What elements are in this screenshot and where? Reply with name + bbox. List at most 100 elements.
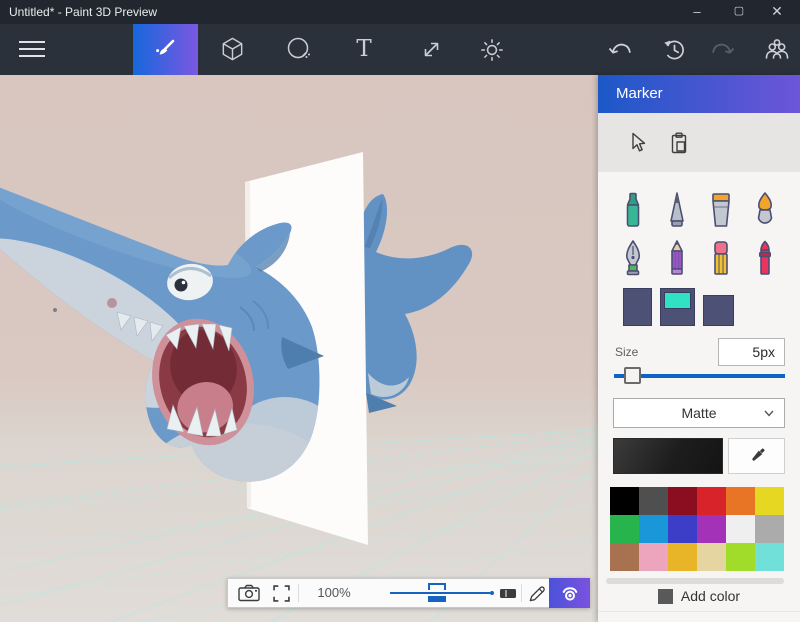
eyedropper-icon xyxy=(746,445,768,467)
zoom-slider-track[interactable] xyxy=(390,592,490,594)
add-color-swatch-icon xyxy=(658,589,673,604)
paste-clipboard-icon xyxy=(669,132,690,155)
brush-panel: Marker xyxy=(598,75,800,622)
palette-color[interactable] xyxy=(639,543,668,571)
3d-view-button[interactable] xyxy=(549,578,590,608)
add-color-button[interactable]: Add color xyxy=(598,586,800,606)
select-button[interactable] xyxy=(622,129,652,157)
brush-pen[interactable] xyxy=(659,188,695,234)
eyedropper-button[interactable] xyxy=(728,438,785,474)
palette-color[interactable] xyxy=(697,543,726,571)
undo-icon xyxy=(607,37,634,62)
palette-color[interactable] xyxy=(610,543,639,571)
palette-color[interactable] xyxy=(755,515,784,543)
screenshot-button[interactable] xyxy=(236,579,262,607)
brush-oil[interactable] xyxy=(747,188,783,234)
panel-scrollbar[interactable] xyxy=(606,578,784,584)
brush-marker[interactable] xyxy=(615,188,651,234)
brush-eraser[interactable] xyxy=(703,236,739,282)
size-input[interactable]: 5px xyxy=(718,338,785,366)
palette-color[interactable] xyxy=(726,515,755,543)
close-button[interactable]: ✕ xyxy=(760,0,794,24)
paste-button[interactable] xyxy=(664,129,694,157)
tab-3d-shapes[interactable] xyxy=(218,35,246,63)
main-toolbar: T xyxy=(0,24,800,75)
eraser-icon xyxy=(707,239,735,279)
select-cursor-icon xyxy=(628,132,647,154)
palette-color[interactable] xyxy=(668,515,697,543)
history-button[interactable] xyxy=(660,35,688,63)
palette-color[interactable] xyxy=(755,543,784,571)
divider xyxy=(598,611,800,612)
fit-view-icon xyxy=(273,585,290,602)
crayon-icon xyxy=(751,239,779,279)
tab-canvas[interactable] xyxy=(417,35,445,63)
menu-icon[interactable] xyxy=(18,35,46,63)
tab-stickers[interactable] xyxy=(285,35,313,63)
canvas-resize-icon xyxy=(418,36,445,63)
redo-button[interactable] xyxy=(708,35,736,63)
window-title: Untitled* - Paint 3D Preview xyxy=(9,0,157,24)
fit-view-button[interactable] xyxy=(268,579,294,607)
zoom-slider-handle-fill[interactable] xyxy=(428,596,446,602)
palette-color[interactable] xyxy=(639,515,668,543)
divider xyxy=(298,584,299,602)
canvas-viewport[interactable]: 100% xyxy=(0,75,598,622)
people-icon xyxy=(763,36,791,62)
palette-color[interactable] xyxy=(726,543,755,571)
shark-tail xyxy=(360,194,472,413)
finish-value: Matte xyxy=(681,405,716,421)
panel-header: Marker xyxy=(598,75,800,113)
scene-shark-through-canvas xyxy=(0,75,598,622)
tab-effects[interactable] xyxy=(478,35,506,63)
fill-swatch-teal[interactable] xyxy=(660,288,695,326)
add-color-label: Add color xyxy=(681,588,740,604)
brush-crayon[interactable] xyxy=(747,236,783,282)
tab-brushes[interactable] xyxy=(133,24,198,75)
size-slider-handle[interactable] xyxy=(624,367,641,384)
panel-title: Marker xyxy=(598,75,800,102)
minimize-button[interactable]: – xyxy=(680,0,714,24)
size-label: Size xyxy=(615,345,638,359)
flat-brush-icon xyxy=(707,191,735,231)
palette-color[interactable] xyxy=(610,515,639,543)
brush-pencil[interactable] xyxy=(659,236,695,282)
sticker-icon xyxy=(285,35,313,63)
palette-color[interactable] xyxy=(755,487,784,515)
pencil-icon xyxy=(527,584,546,603)
teal-fill xyxy=(664,292,691,309)
palette-color[interactable] xyxy=(610,487,639,515)
zoom-level-label: 100% xyxy=(310,579,358,607)
brush-calligraphy[interactable] xyxy=(615,236,651,282)
titlebar: Untitled* - Paint 3D Preview – ▢ ✕ xyxy=(0,0,800,24)
tab-text[interactable]: T xyxy=(350,35,378,63)
zoom-slider-handle[interactable] xyxy=(428,583,446,590)
pencil-tool-icon xyxy=(663,239,691,279)
pen-icon xyxy=(663,191,691,231)
finish-dropdown[interactable]: Matte xyxy=(613,398,785,428)
camera-icon xyxy=(238,584,260,602)
current-color-preview[interactable] xyxy=(613,438,723,474)
palette-color[interactable] xyxy=(697,515,726,543)
palette-color[interactable] xyxy=(668,487,697,515)
brush-flat[interactable] xyxy=(703,188,739,234)
palette-color[interactable] xyxy=(668,543,697,571)
chevron-down-icon xyxy=(764,410,774,417)
sun-icon xyxy=(478,35,506,64)
palette-color[interactable] xyxy=(639,487,668,515)
fill-swatch-solid[interactable] xyxy=(623,288,652,326)
brush-icon xyxy=(152,36,180,64)
fill-swatch-row xyxy=(623,288,734,326)
palette-color[interactable] xyxy=(697,487,726,515)
undo-button[interactable] xyxy=(606,35,634,63)
fill-swatch-square[interactable] xyxy=(703,295,734,326)
maximize-button[interactable]: ▢ xyxy=(722,0,756,24)
flag-icon[interactable] xyxy=(500,589,516,598)
select-paste-band xyxy=(598,113,800,172)
oil-brush-icon xyxy=(751,191,779,231)
palette-color[interactable] xyxy=(726,487,755,515)
text-icon: T xyxy=(356,35,371,63)
3d-cube-icon xyxy=(219,35,246,63)
draw-mode-button[interactable] xyxy=(525,579,547,607)
community-button[interactable] xyxy=(763,35,791,63)
